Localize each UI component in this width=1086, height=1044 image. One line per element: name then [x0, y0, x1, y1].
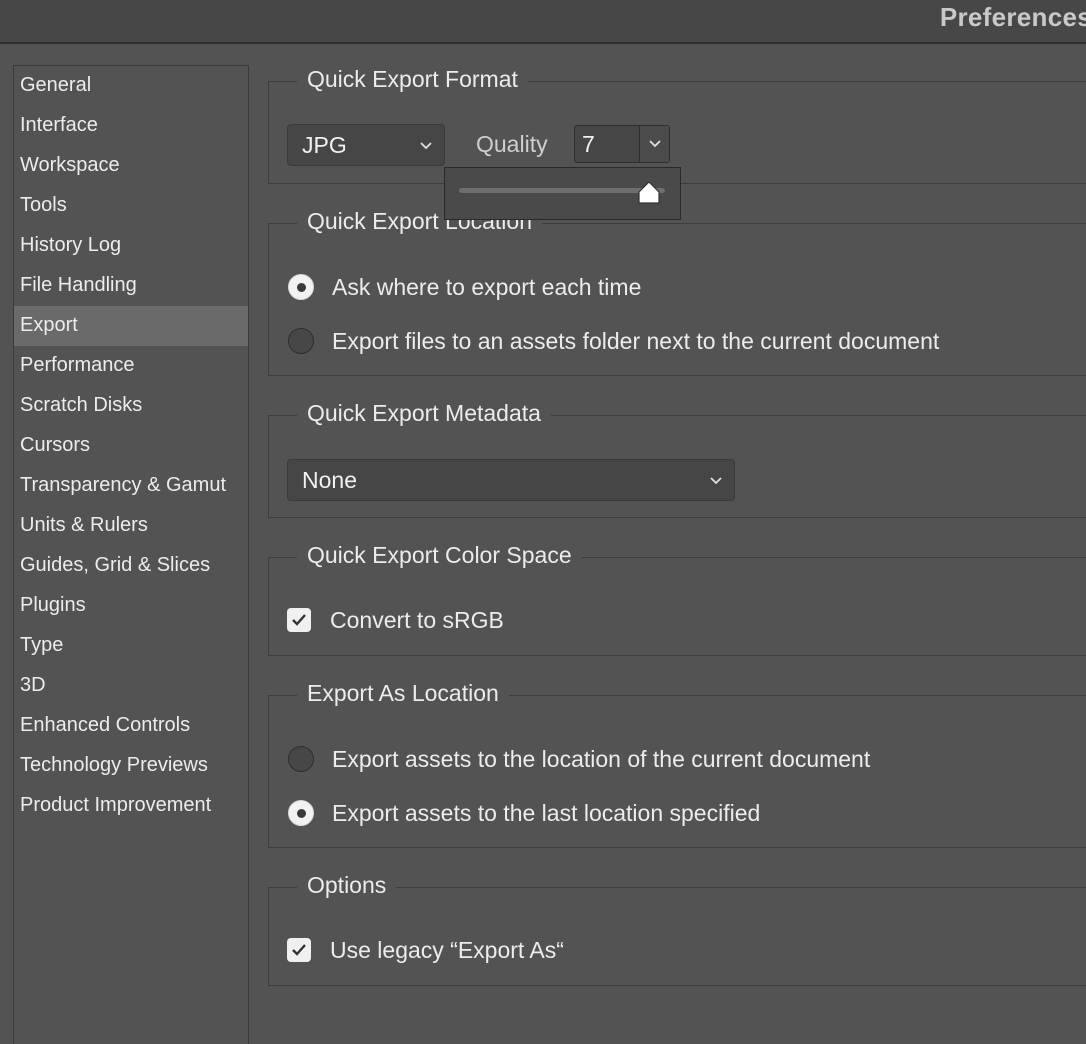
sidebar-item-file-handling[interactable]: File Handling: [14, 266, 248, 306]
radio-ask-each-time[interactable]: [288, 274, 314, 300]
sidebar-item-cursors[interactable]: Cursors: [14, 426, 248, 466]
metadata-select[interactable]: None: [287, 459, 735, 501]
sidebar-item-technology-previews[interactable]: Technology Previews: [14, 746, 248, 786]
quality-slider-popup: [444, 167, 681, 220]
sidebar-item-enhanced-controls[interactable]: Enhanced Controls: [14, 706, 248, 746]
sidebar-item-transparency-gamut[interactable]: Transparency & Gamut: [14, 466, 248, 506]
quick-export-metadata-legend: Quick Export Metadata: [297, 400, 551, 427]
format-select[interactable]: JPG: [287, 124, 445, 166]
sidebar-item-type[interactable]: Type: [14, 626, 248, 666]
legacy-export-as-label: Use legacy “Export As“: [330, 936, 564, 963]
radio-assets-folder-label: Export files to an assets folder next to…: [332, 327, 940, 354]
window-title: Preferences: [939, 2, 1086, 32]
location-option-ask[interactable]: Ask where to export each time: [288, 272, 641, 302]
sidebar-item-product-improvement[interactable]: Product Improvement: [14, 786, 248, 826]
preferences-sidebar: General Interface Workspace Tools Histor…: [13, 65, 249, 1044]
checkmark-icon: [292, 944, 306, 956]
quality-value[interactable]: 7: [575, 126, 639, 162]
checkmark-icon: [292, 614, 306, 626]
radio-current-document-label: Export assets to the location of the cur…: [332, 745, 871, 772]
sidebar-item-3d[interactable]: 3D: [14, 666, 248, 706]
sidebar-item-tools[interactable]: Tools: [14, 186, 248, 226]
sidebar-item-performance[interactable]: Performance: [14, 346, 248, 386]
sidebar-item-plugins[interactable]: Plugins: [14, 586, 248, 626]
location-option-assets-folder[interactable]: Export files to an assets folder next to…: [288, 326, 939, 356]
chevron-down-icon: [708, 460, 724, 500]
quality-slider-track[interactable]: [459, 188, 665, 193]
radio-ask-each-time-label: Ask where to export each time: [332, 273, 642, 300]
legacy-export-as-row[interactable]: Use legacy “Export As“: [287, 935, 564, 965]
sidebar-item-workspace[interactable]: Workspace: [14, 146, 248, 186]
radio-current-document[interactable]: [288, 746, 314, 772]
export-as-option-last-location[interactable]: Export assets to the last location speci…: [288, 798, 760, 828]
convert-srgb-row[interactable]: Convert to sRGB: [287, 605, 504, 635]
radio-assets-folder[interactable]: [288, 328, 314, 354]
radio-last-location[interactable]: [288, 800, 314, 826]
sidebar-item-units-rulers[interactable]: Units & Rulers: [14, 506, 248, 546]
radio-last-location-label: Export assets to the last location speci…: [332, 799, 761, 826]
chevron-down-icon: [648, 135, 662, 153]
format-select-value: JPG: [302, 132, 347, 158]
metadata-select-value: None: [302, 467, 357, 493]
quick-export-color-space-legend: Quick Export Color Space: [297, 542, 582, 569]
sidebar-item-interface[interactable]: Interface: [14, 106, 248, 146]
sidebar-item-general[interactable]: General: [14, 66, 248, 106]
quality-dropdown-button[interactable]: [639, 126, 669, 162]
sidebar-item-export[interactable]: Export: [14, 306, 248, 346]
export-as-option-current-document[interactable]: Export assets to the location of the cur…: [288, 744, 870, 774]
chevron-down-icon: [418, 125, 434, 165]
options-legend: Options: [297, 872, 397, 899]
sidebar-item-history-log[interactable]: History Log: [14, 226, 248, 266]
quality-combobox[interactable]: 7: [574, 125, 670, 163]
sidebar-item-guides-grid-slices[interactable]: Guides, Grid & Slices: [14, 546, 248, 586]
sidebar-item-scratch-disks[interactable]: Scratch Disks: [14, 386, 248, 426]
convert-srgb-checkbox[interactable]: [287, 608, 311, 632]
quality-label: Quality: [476, 131, 548, 157]
quality-slider-thumb[interactable]: [636, 180, 662, 206]
legacy-export-as-checkbox[interactable]: [287, 938, 311, 962]
quick-export-format-legend: Quick Export Format: [297, 66, 528, 93]
convert-srgb-label: Convert to sRGB: [330, 606, 504, 633]
export-as-location-legend: Export As Location: [297, 680, 509, 707]
title-bar: Preferences: [0, 0, 1086, 44]
